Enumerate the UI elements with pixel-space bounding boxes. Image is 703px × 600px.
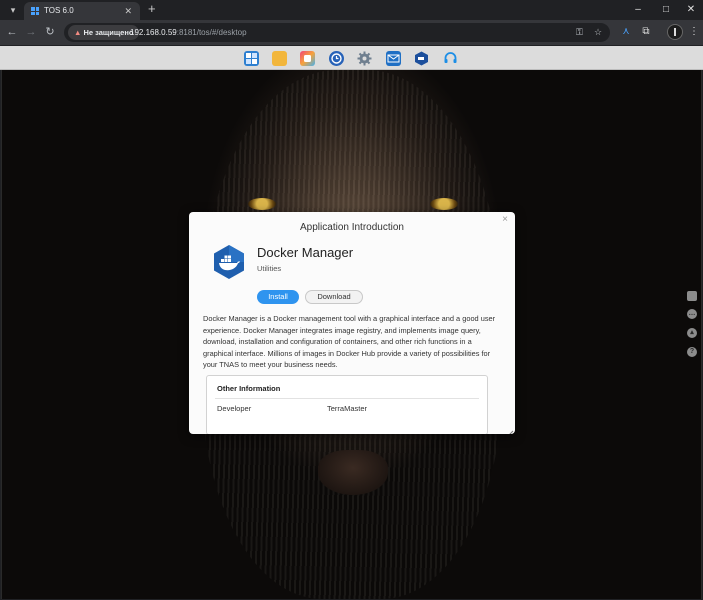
reload-icon[interactable]: ↻ <box>44 25 56 39</box>
divider <box>215 398 479 399</box>
install-button[interactable]: Install <box>257 290 299 304</box>
download-button[interactable]: Download <box>305 290 363 304</box>
app-center-icon[interactable] <box>300 51 315 66</box>
browser-tab[interactable]: TOS 6.0 ✕ <box>24 2 140 20</box>
bell-icon[interactable]: ▴ <box>687 328 697 338</box>
wallpaper-nose <box>318 450 388 495</box>
password-key-icon[interactable]: ⚿ <box>576 26 583 39</box>
tab-search-chevron-icon[interactable]: ▾ <box>6 3 20 17</box>
resize-handle-icon[interactable] <box>506 425 514 434</box>
settings-gear-icon[interactable] <box>357 51 372 66</box>
new-tab-button[interactable]: + <box>148 2 156 16</box>
tab-close-icon[interactable]: ✕ <box>124 5 132 17</box>
extension-bird-icon[interactable]: ⋏ <box>620 25 632 39</box>
desktop-icon[interactable] <box>244 51 259 66</box>
window-close-button[interactable]: ✕ <box>684 3 698 17</box>
app-description: Docker Manager is a Docker management to… <box>203 314 496 370</box>
browser-menu-icon[interactable]: ⋮ <box>688 25 700 39</box>
mail-icon[interactable] <box>386 51 401 66</box>
developer-label: Developer <box>217 404 252 413</box>
url-text[interactable]: 192.168.0.59:8181/tos/#/desktop <box>130 26 247 39</box>
wallpaper-right-eye <box>430 198 458 210</box>
window-maximize-button[interactable]: □ <box>659 3 673 17</box>
folder-icon[interactable] <box>272 51 287 66</box>
chat-icon[interactable]: … <box>687 309 697 319</box>
tab-title: TOS 6.0 <box>44 6 74 15</box>
wallpaper-left-eye <box>248 198 276 210</box>
application-introduction-dialog: Application Introduction × Docker Manage… <box>189 212 515 434</box>
developer-value: TerraMaster <box>327 404 368 413</box>
security-chip[interactable]: ▲ Не защищено <box>68 25 140 40</box>
app-category: Utilities <box>257 264 282 273</box>
dialog-title: Application Introduction <box>300 222 404 233</box>
tos-favicon-icon <box>31 7 39 15</box>
help-icon[interactable]: ? <box>687 347 697 357</box>
docker-app-icon <box>211 244 247 280</box>
dialog-close-icon[interactable]: × <box>502 214 508 226</box>
support-headset-icon[interactable] <box>443 51 458 66</box>
docker-icon[interactable] <box>414 51 429 66</box>
tos-dock-bar <box>0 46 703 70</box>
back-arrow-icon[interactable]: ← <box>6 25 18 39</box>
app-name: Docker Manager <box>257 245 354 260</box>
window-minimize-button[interactable]: – <box>631 3 645 17</box>
other-information-heading: Other Information <box>217 384 281 393</box>
extensions-puzzle-icon[interactable]: ⧉ <box>640 25 652 39</box>
warning-icon: ▲ <box>74 28 82 37</box>
bookmark-star-icon[interactable]: ☆ <box>594 26 602 39</box>
profile-avatar[interactable] <box>667 24 683 40</box>
browser-toolbar: ← → ↻ ▲ Не защищено 192.168.0.59:8181/tos… <box>0 20 703 45</box>
other-information-panel: Other Information Developer TerraMaster <box>206 375 488 434</box>
browser-tabstrip: ▾ TOS 6.0 ✕ + – □ ✕ <box>0 0 703 20</box>
clock-icon[interactable] <box>329 51 344 66</box>
monitor-icon[interactable] <box>687 291 697 301</box>
address-bar[interactable]: ▲ Не защищено 192.168.0.59:8181/tos/#/des… <box>64 23 610 42</box>
forward-arrow-icon[interactable]: → <box>25 25 37 39</box>
